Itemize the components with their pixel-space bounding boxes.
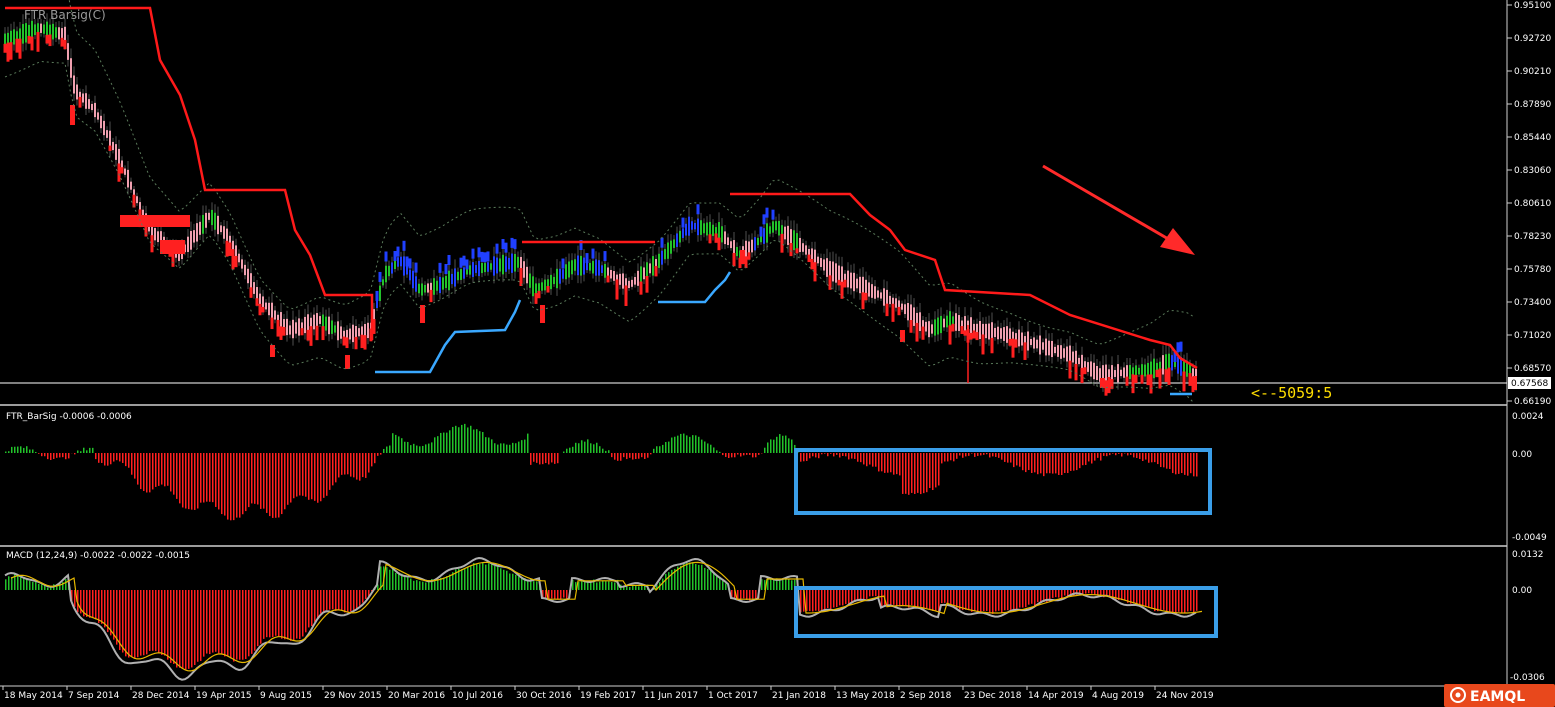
macd-axis-top: 0.0132 (1512, 550, 1544, 560)
price-tick-label: 0.66190 (1514, 397, 1551, 407)
ftr-axis-top: 0.0024 (1512, 412, 1544, 422)
time-tick-label: 19 Feb 2017 (580, 691, 636, 701)
ftr-axis-bottom: -0.0049 (1512, 533, 1547, 543)
time-tick-label: 30 Oct 2016 (516, 691, 572, 701)
time-tick-label: 29 Nov 2015 (324, 691, 382, 701)
logo-text: EAMQL (1470, 689, 1525, 705)
price-tick-label: 0.80610 (1514, 199, 1551, 209)
main-panel-title: FTR Barsig(C) (24, 8, 106, 22)
ftr-panel-title: FTR_BarSig -0.0006 -0.0006 (6, 412, 132, 422)
price-tick-label: 0.75780 (1514, 265, 1551, 275)
time-tick-label: 20 Mar 2016 (388, 691, 445, 701)
logo: EAMQL (1444, 684, 1555, 707)
time-tick-label: 28 Dec 2014 (132, 691, 190, 701)
time-tick-label: 13 May 2018 (836, 691, 895, 701)
price-tick-label: 0.85440 (1514, 133, 1551, 143)
price-tick-label: 0.78230 (1514, 232, 1551, 242)
time-tick-label: 23 Dec 2018 (964, 691, 1022, 701)
time-tick-label: 7 Sep 2014 (68, 691, 120, 701)
price-tick-label: 0.73400 (1514, 298, 1551, 308)
time-tick-label: 4 Aug 2019 (1092, 691, 1144, 701)
ftr-axis-zero: 0.00 (1512, 450, 1532, 460)
time-tick-label: 19 Apr 2015 (196, 691, 252, 701)
macd-panel-title: MACD (12,24,9) -0.0022 -0.0022 -0.0015 (6, 551, 190, 561)
macd-axis-zero: 0.00 (1512, 586, 1532, 596)
macd-axis-bottom: -0.0306 (1510, 673, 1545, 683)
price-tick-label: 0.90210 (1514, 67, 1551, 77)
signal-text: <--5059:5 (1251, 384, 1332, 402)
time-tick-label: 14 Apr 2019 (1028, 691, 1084, 701)
price-tick-label: 0.68570 (1514, 364, 1551, 374)
time-tick-label: 24 Nov 2019 (1156, 691, 1214, 701)
price-tick-label: 0.71020 (1514, 331, 1551, 341)
price-tick-label: 0.95100 (1514, 1, 1551, 11)
time-tick-label: 21 Jan 2018 (772, 691, 826, 701)
price-tick-label: 0.87890 (1514, 100, 1551, 110)
time-tick-label: 10 Jul 2016 (452, 691, 503, 701)
price-tick-label: 0.83060 (1514, 166, 1551, 176)
time-tick-label: 11 Jun 2017 (644, 691, 698, 701)
time-tick-label: 18 May 2014 (4, 691, 63, 701)
price-tick-label: 0.92720 (1514, 34, 1551, 44)
time-tick-label: 9 Aug 2015 (260, 691, 312, 701)
time-tick-label: 1 Oct 2017 (708, 691, 758, 701)
time-tick-label: 2 Sep 2018 (900, 691, 952, 701)
current-price-label: 0.67568 (1511, 379, 1548, 389)
trading-chart[interactable]: FTR Barsig(C) 0.95100 0.92720 0.90210 0.878… (0, 0, 1555, 707)
